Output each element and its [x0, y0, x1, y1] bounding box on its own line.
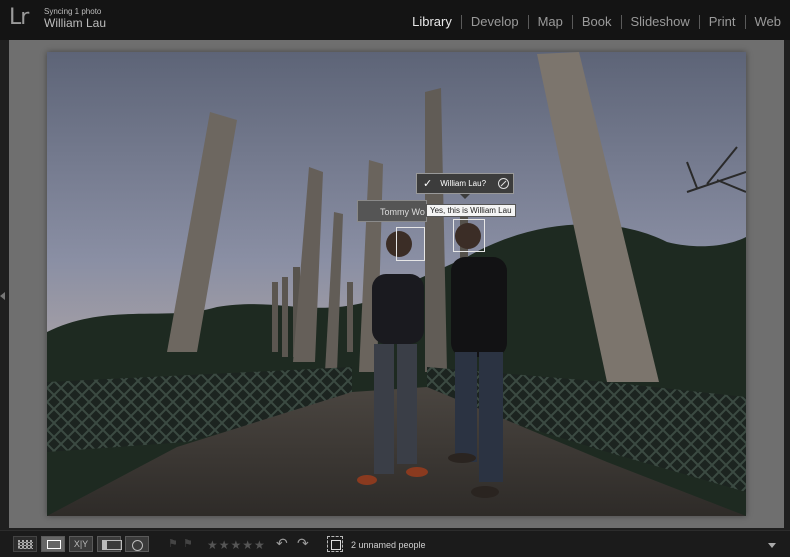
- loupe-view-button[interactable]: [41, 536, 65, 552]
- left-panel-toggle-icon[interactable]: [0, 292, 5, 300]
- compare-view-button[interactable]: X|Y: [69, 536, 93, 552]
- photo-image[interactable]: [47, 52, 746, 516]
- people-view-button[interactable]: [125, 536, 149, 552]
- toolbar-menu-caret-icon[interactable]: [768, 543, 776, 548]
- confirm-check-icon[interactable]: ✓: [423, 177, 432, 190]
- face-region-right[interactable]: [453, 219, 485, 252]
- lightroom-logo: Lr: [9, 5, 28, 30]
- compare-icon: X|Y: [70, 537, 92, 551]
- sync-status: Syncing 1 photo: [44, 7, 101, 16]
- label-pointer: [460, 194, 470, 199]
- face-name-text-left: Tommy Wo: [380, 207, 425, 217]
- module-picker: Library Develop Map Book Slideshow Print…: [403, 14, 790, 29]
- module-slideshow[interactable]: Slideshow: [622, 14, 699, 29]
- flag-reject-icon[interactable]: ⚑: [183, 537, 193, 550]
- module-book[interactable]: Book: [573, 14, 621, 29]
- face-name-field-right[interactable]: ✓ William Lau?: [416, 173, 514, 194]
- grid-view-button[interactable]: [13, 536, 37, 552]
- face-region-icon: [331, 540, 341, 550]
- module-web[interactable]: Web: [746, 14, 790, 29]
- rotate-right-icon[interactable]: ↷: [297, 535, 309, 552]
- module-library[interactable]: Library: [403, 14, 461, 29]
- top-bar: Lr Syncing 1 photo William Lau Library D…: [0, 0, 790, 40]
- module-develop[interactable]: Develop: [462, 14, 528, 29]
- flag-pick-icon[interactable]: ⚑: [168, 537, 178, 550]
- grid-icon: [18, 540, 33, 549]
- face-name-text-right: William Lau?: [440, 179, 498, 188]
- star-rating[interactable]: ★★★★★: [207, 538, 266, 552]
- face-name-field-left[interactable]: Tommy Wo: [357, 200, 427, 222]
- module-print[interactable]: Print: [700, 14, 745, 29]
- loupe-icon: [47, 540, 61, 549]
- draw-face-region-button[interactable]: [327, 536, 343, 552]
- survey-icon: [102, 540, 122, 550]
- identity-plate[interactable]: William Lau: [44, 16, 106, 30]
- face-region-left[interactable]: [396, 227, 425, 261]
- rotate-left-icon[interactable]: ↶: [276, 535, 288, 552]
- bottom-toolbar: X|Y ⚑ ⚑ ★★★★★ ↶ ↷ 2 unnamed people: [0, 530, 790, 557]
- reject-suggestion-icon[interactable]: [498, 178, 509, 189]
- people-icon: [132, 540, 143, 551]
- confirm-tooltip: Yes, this is William Lau: [426, 204, 516, 217]
- module-map[interactable]: Map: [529, 14, 572, 29]
- survey-view-button[interactable]: [97, 536, 121, 552]
- unnamed-people-status: 2 unnamed people: [351, 540, 426, 550]
- photo-scene: [47, 52, 746, 516]
